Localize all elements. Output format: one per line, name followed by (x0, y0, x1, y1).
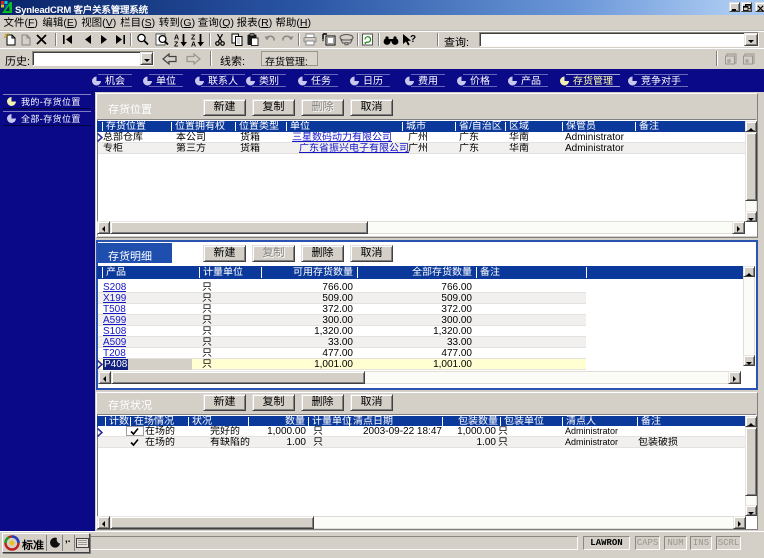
svg-text:?: ? (410, 34, 416, 45)
svg-text:A: A (191, 42, 196, 48)
svg-text:Z: Z (191, 35, 196, 42)
svg-text:A: A (174, 35, 179, 42)
svg-text:Z: Z (174, 42, 179, 48)
